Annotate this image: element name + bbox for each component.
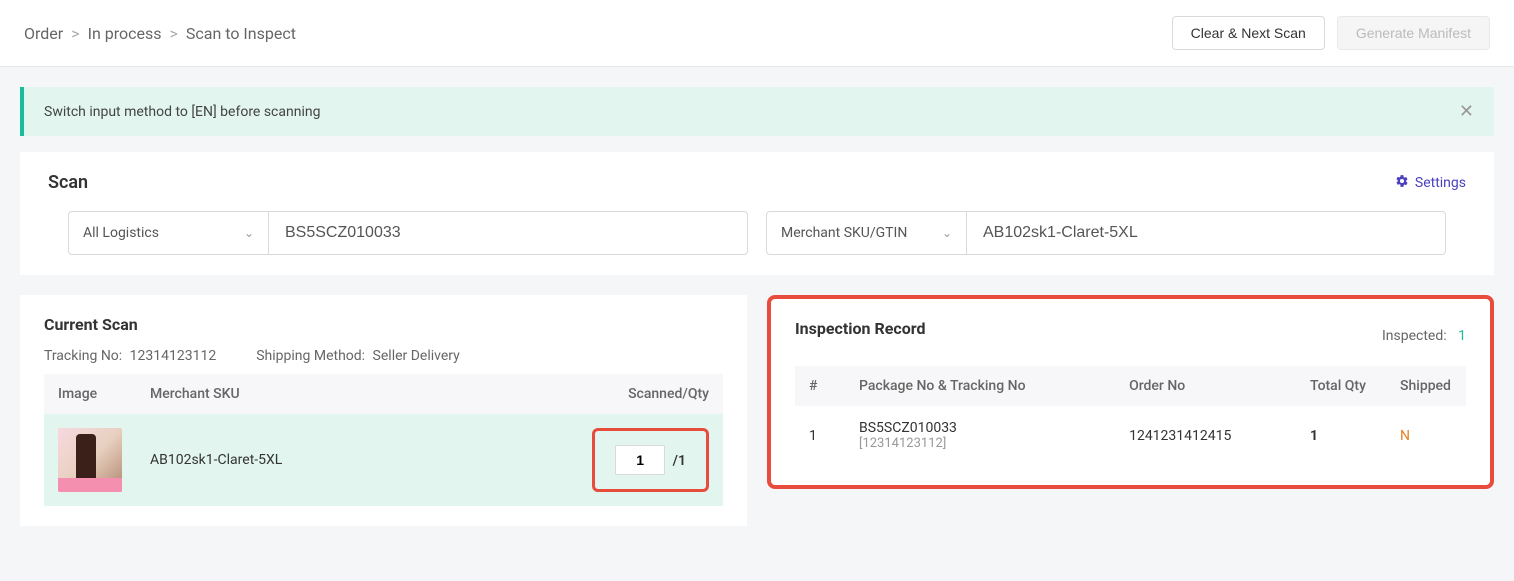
logistics-select-label: All Logistics (83, 225, 159, 241)
inspected-count: 1 (1458, 328, 1466, 344)
inspected-summary: Inspected: 1 (1382, 328, 1466, 344)
gear-icon (1395, 174, 1409, 192)
topbar-actions: Clear & Next Scan Generate Manifest (1172, 16, 1490, 50)
total-qty: /1 (673, 453, 686, 469)
sku-select-label: Merchant SKU/GTIN (781, 225, 907, 241)
shipping-method-label: Shipping Method (256, 348, 369, 364)
topbar: Order > In process > Scan to Inspect Cle… (0, 0, 1514, 67)
scan-header: Scan Settings (48, 172, 1466, 193)
sku-select[interactable]: Merchant SKU/GTIN ⌄ (766, 211, 966, 255)
close-icon[interactable]: ✕ (1459, 101, 1474, 122)
breadcrumb-separator: > (71, 24, 79, 43)
row-shipped: N (1386, 406, 1466, 465)
product-thumbnail[interactable] (58, 428, 122, 492)
inspected-label: Inspected: (1382, 328, 1447, 344)
row-package-no: BS5SCZ010033 (859, 420, 1101, 436)
info-alert: Switch input method to [EN] before scann… (20, 87, 1494, 136)
chevron-down-icon: ⌄ (244, 226, 254, 240)
generate-manifest-button: Generate Manifest (1337, 16, 1490, 50)
breadcrumb-scan-to-inspect: Scan to Inspect (186, 24, 296, 43)
inspection-header: Inspection Record Inspected: 1 (795, 319, 1466, 352)
alert-text: Switch input method to [EN] before scann… (44, 104, 320, 120)
col-total-qty: Total Qty (1296, 366, 1386, 406)
row-order-no: 1241231412415 (1115, 406, 1296, 465)
col-order: Order No (1115, 366, 1296, 406)
breadcrumb: Order > In process > Scan to Inspect (24, 24, 296, 43)
col-shipped: Shipped (1386, 366, 1466, 406)
settings-link[interactable]: Settings (1395, 174, 1466, 192)
current-scan-title: Current Scan (44, 315, 723, 334)
col-sku: Merchant SKU (136, 374, 523, 414)
inspection-record-card: Inspection Record Inspected: 1 # Package… (767, 295, 1494, 489)
col-scanned-qty: Scanned/Qty (523, 374, 723, 414)
col-num: # (795, 366, 845, 406)
row-sku: AB102sk1-Claret-5XL (136, 414, 523, 506)
table-row: AB102sk1-Claret-5XL /1 (44, 414, 723, 506)
qty-highlight: /1 (592, 428, 709, 492)
settings-label: Settings (1415, 175, 1466, 191)
row-total-qty: 1 (1296, 406, 1386, 465)
scanned-qty-input[interactable] (615, 445, 665, 475)
logistics-input[interactable] (268, 211, 748, 255)
current-scan-meta: Tracking No 12314123112 Shipping Method … (44, 348, 723, 364)
current-scan-column: Current Scan Tracking No 12314123112 Shi… (20, 295, 747, 526)
breadcrumb-separator: > (170, 24, 178, 43)
clear-next-scan-button[interactable]: Clear & Next Scan (1172, 16, 1325, 50)
inspection-record-column: Inspection Record Inspected: 1 # Package… (767, 295, 1494, 489)
scan-title: Scan (48, 172, 88, 193)
scan-card: Scan Settings All Logistics ⌄ Merchant S… (20, 152, 1494, 275)
sku-input[interactable] (966, 211, 1446, 255)
logistics-group: All Logistics ⌄ (68, 211, 748, 255)
logistics-select[interactable]: All Logistics ⌄ (68, 211, 268, 255)
breadcrumb-in-process[interactable]: In process (88, 24, 162, 43)
table-row: 1 BS5SCZ010033 [12314123112] 12412314124… (795, 406, 1466, 465)
breadcrumb-order[interactable]: Order (24, 24, 63, 43)
col-package: Package No & Tracking No (845, 366, 1115, 406)
row-tracking-no: [12314123112] (859, 436, 1101, 451)
inspection-title: Inspection Record (795, 319, 925, 338)
chevron-down-icon: ⌄ (942, 226, 952, 240)
tracking-no-label: Tracking No (44, 348, 126, 364)
sku-group: Merchant SKU/GTIN ⌄ (766, 211, 1446, 255)
inspection-table: # Package No & Tracking No Order No Tota… (795, 366, 1466, 465)
content-columns: Current Scan Tracking No 12314123112 Shi… (20, 295, 1494, 526)
current-scan-table: Image Merchant SKU Scanned/Qty AB102sk1-… (44, 374, 723, 506)
page-body: Switch input method to [EN] before scann… (0, 67, 1514, 546)
row-num: 1 (795, 406, 845, 465)
tracking-no-value: 12314123112 (130, 348, 217, 364)
shipping-method-value: Seller Delivery (373, 348, 460, 364)
current-scan-card: Current Scan Tracking No 12314123112 Shi… (20, 295, 747, 526)
scan-inputs: All Logistics ⌄ Merchant SKU/GTIN ⌄ (48, 211, 1466, 255)
col-image: Image (44, 374, 136, 414)
